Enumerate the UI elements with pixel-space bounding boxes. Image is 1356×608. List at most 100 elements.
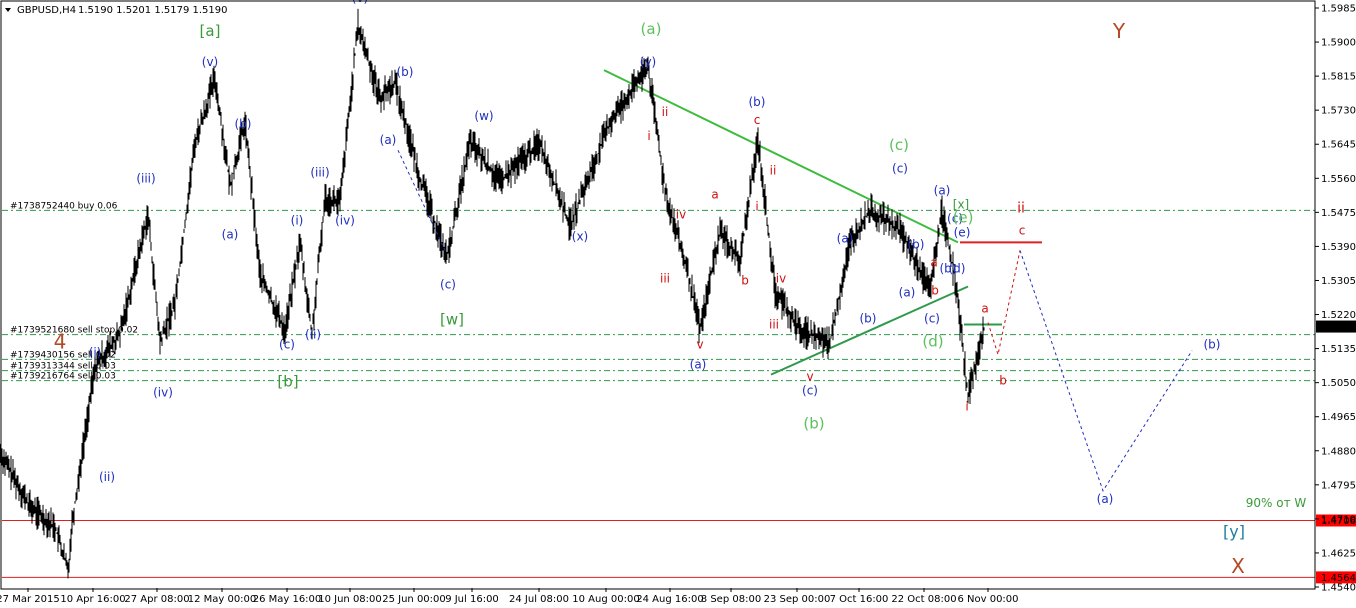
wave-label: b [931, 283, 939, 297]
y-tick-label: 1.4540 [1321, 583, 1356, 594]
wave-label: (c) [889, 136, 909, 154]
x-tick-label: 10 Jun 08:00 [318, 594, 382, 605]
wave-label: (i) [291, 213, 304, 227]
wave-label: ii [770, 163, 777, 177]
y-tick-label: 1.5305 [1321, 276, 1356, 287]
y-tick-label: 1.5730 [1321, 106, 1356, 117]
wave-label: (c) [924, 312, 940, 326]
wave-label: (a) [641, 20, 662, 38]
wave-label: (c) [892, 161, 908, 175]
x-tick-label: 24 Aug 16:00 [636, 594, 703, 605]
wave-label: i [755, 199, 758, 213]
x-tick-label: 9 Jul 16:00 [445, 594, 499, 605]
wave-label: (b) [1204, 338, 1221, 352]
x-tick-label: 12 May 00:00 [188, 594, 257, 605]
order-level-label: #1738752440 buy 0.06 [10, 201, 118, 211]
x-tick-label: 6 Nov 00:00 [957, 594, 1018, 605]
wave-label: a [711, 187, 718, 201]
wave-label: 4 [54, 330, 67, 354]
wave-label: (d) [922, 333, 943, 351]
wave-label: (v) [202, 55, 218, 69]
wave-label: v [696, 338, 703, 352]
wave-label: Y [1112, 19, 1126, 43]
wave-label: (ii) [305, 328, 321, 342]
wave-label: (a) [1097, 492, 1114, 506]
price-chart[interactable]: #1738752440 buy 0.06#1739521680 sell sto… [0, 0, 1356, 608]
y-tick-label: 1.5390 [1321, 242, 1356, 253]
wave-label: (a) [690, 358, 707, 372]
wave-label: iii [660, 271, 670, 285]
y-tick-label: 1.5220 [1321, 310, 1356, 321]
wave-label: (w) [474, 109, 493, 123]
y-tick-label: 1.5900 [1321, 38, 1356, 49]
x-tick-label: 10 Aug 00:00 [572, 594, 639, 605]
x-tick-label: 10 Apr 16:00 [60, 594, 125, 605]
wave-label: [b] [277, 373, 298, 391]
wave-label: [y] [1223, 522, 1245, 541]
wave-label: ii [662, 105, 669, 119]
wave-label: (iv) [153, 386, 173, 400]
y-tick-label: 1.4795 [1321, 480, 1356, 491]
y-tick-label: 1.5475 [1321, 208, 1356, 219]
order-level-label: #1739216764 sell 0.03 [10, 372, 116, 382]
wave-label: (b) [908, 237, 925, 251]
wave-label: (c) [802, 384, 818, 398]
symbol-label: GBPUSD,H4 [17, 5, 76, 16]
wave-label: (b) [860, 312, 877, 326]
wave-label: (i) [89, 346, 102, 360]
wave-label: (x) [572, 229, 588, 243]
wave-label: a [981, 302, 988, 316]
y-tick-label: 1.5985 [1321, 4, 1356, 15]
y-tick-label: 1.5815 [1321, 72, 1356, 83]
wave-label: b [999, 374, 1007, 388]
x-tick-label: 27 Mar 2015 [0, 594, 60, 605]
y-tick-label: 1.5645 [1321, 140, 1356, 151]
wave-label: iv [776, 271, 786, 285]
x-tick-label: 8 Sep 08:00 [701, 594, 761, 605]
wave-label: (e) [953, 208, 974, 226]
x-tick-label: 25 Jun 00:00 [382, 594, 446, 605]
wave-label: (d) [949, 261, 966, 275]
wave-label: (a) [934, 183, 951, 197]
wave-label: iii [769, 318, 779, 332]
wave-label: 90% от W [1246, 496, 1307, 510]
y-tick-label: 1.5050 [1321, 378, 1356, 389]
wave-label: (iii) [136, 171, 155, 185]
wave-label: v [806, 370, 813, 384]
chart-header: GBPUSD,H4 1.5190 1.5201 1.5179 1.5190 [5, 5, 228, 16]
wave-label: i [965, 400, 968, 414]
wave-label: c [754, 113, 761, 127]
wave-label: (a) [899, 285, 916, 299]
y-tick-label: 1.5135 [1321, 344, 1356, 355]
x-tick-label: 22 Oct 08:00 [891, 594, 956, 605]
wave-label: (b) [397, 65, 414, 79]
wave-label: [w] [440, 311, 464, 329]
x-tick-label: 23 Sep 00:00 [764, 594, 831, 605]
wave-label: (c) [279, 338, 295, 352]
wave-label: (y) [640, 55, 656, 69]
x-tick-label: 7 Oct 16:00 [830, 594, 889, 605]
y-tick-label: 1.4965 [1321, 412, 1356, 423]
wave-label: (iv) [335, 213, 355, 227]
wave-label: (a) [222, 227, 239, 241]
y-tick-label: 1.4880 [1321, 446, 1356, 457]
x-tick-label: 27 Apr 08:00 [124, 594, 189, 605]
wave-label: a [930, 255, 937, 269]
wave-label: (e) [954, 225, 971, 239]
wave-label: (b) [749, 95, 766, 109]
wave-label: X [1231, 554, 1245, 578]
wave-label: iv [676, 207, 686, 221]
wave-label: (b) [803, 415, 824, 433]
wave-label: b [741, 273, 749, 287]
wave-label: (iii) [310, 165, 329, 179]
wave-label: (b) [235, 117, 252, 131]
wave-label: [a] [200, 22, 221, 40]
y-tick-label: 1.4710 [1321, 514, 1356, 525]
chart-background [0, 0, 1356, 608]
y-tick-label: 1.5560 [1321, 174, 1356, 185]
wave-label: ii [1017, 200, 1025, 216]
y-tick-label: 1.4625 [1321, 548, 1356, 559]
wave-label: c [1019, 223, 1026, 237]
ohlc-values: 1.5190 1.5201 1.5179 1.5190 [78, 5, 228, 16]
wave-label: (ii) [99, 470, 115, 484]
